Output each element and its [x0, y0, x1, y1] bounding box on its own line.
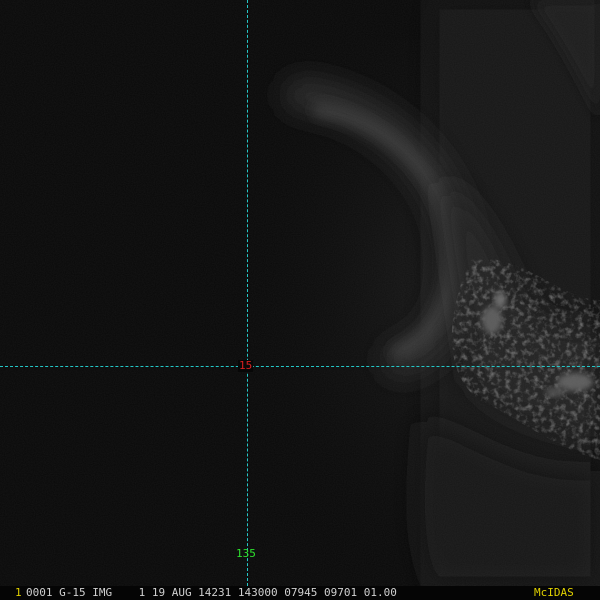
- longitude-gridline: [247, 0, 248, 586]
- satellite-cloud-imagery: [0, 0, 600, 586]
- image-header-info: 0001 G-15 IMG 1 19 AUG 14231 143000 0794…: [26, 586, 397, 599]
- longitude-label: 135: [236, 547, 256, 560]
- latitude-label: 15: [238, 359, 254, 372]
- satellite-image-viewport[interactable]: 15 135 1 0001 G-15 IMG 1 19 AUG 14231 14…: [0, 0, 600, 600]
- latitude-gridline: [0, 366, 600, 367]
- frame-number: 1: [15, 586, 22, 599]
- mcidas-brand: McIDAS: [534, 586, 574, 599]
